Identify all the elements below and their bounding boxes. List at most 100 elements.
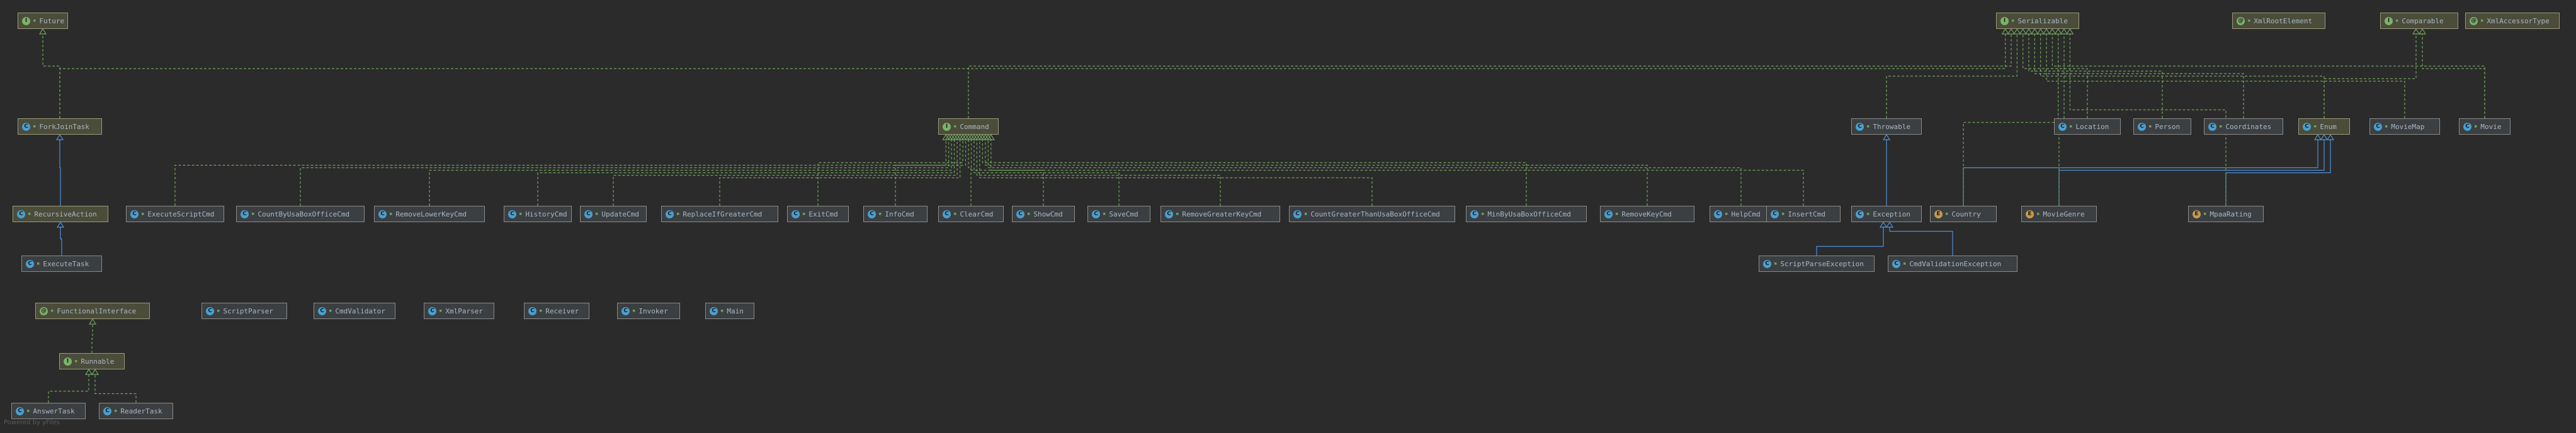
node-label: Comparable	[2402, 16, 2444, 25]
visibility-icon: ▪	[114, 408, 118, 414]
node-label: Future	[39, 16, 65, 25]
node-movie[interactable]: C ▪ Movie	[2459, 118, 2511, 135]
visibility-icon: ▪	[2247, 18, 2251, 24]
interface-icon: I	[64, 357, 72, 366]
edge-enum-to-comparable	[2324, 33, 2417, 118]
node-executetask[interactable]: C ▪ ExecuteTask	[21, 256, 102, 272]
node-countbyusaboxofficecmd[interactable]: C ▪ CountByUsaBoxOfficeCmd	[236, 206, 365, 222]
node-person[interactable]: C ▪ Person	[2133, 118, 2191, 135]
edge-minbyusaboxofficecmd-to-command	[982, 139, 1527, 206]
node-label: InfoCmd	[885, 210, 914, 218]
node-recursiveaction[interactable]: C ▪ RecursiveAction	[13, 206, 108, 222]
visibility-icon: ▪	[1945, 211, 1949, 217]
node-label: HelpCmd	[1731, 210, 1761, 218]
node-moviemap[interactable]: C ▪ MovieMap	[2369, 118, 2440, 135]
arrowhead-icon	[2412, 28, 2420, 35]
edge-forkjointask-to-serializable	[59, 33, 2006, 118]
visibility-icon: ▪	[676, 211, 680, 217]
arrowhead-icon	[1879, 221, 1888, 228]
node-receiver[interactable]: C ▪ Receiver	[524, 303, 589, 319]
class-icon: C	[318, 306, 326, 315]
node-infocmd[interactable]: C ▪ InfoCmd	[863, 206, 928, 222]
node-throwable[interactable]: C ▪ Throwable	[1851, 118, 1922, 135]
node-scriptparser[interactable]: C ▪ ScriptParser	[201, 303, 287, 319]
node-forkjointask[interactable]: C ▪ ForkJoinTask	[18, 118, 102, 135]
node-label: Invoker	[638, 306, 668, 315]
node-label: ClearCmd	[960, 210, 994, 218]
arrowhead-icon	[91, 368, 99, 375]
node-removegreaterkeycmd[interactable]: C ▪ RemoveGreaterKeyCmd	[1160, 206, 1280, 222]
visibility-icon: ▪	[2474, 123, 2478, 130]
node-updatecmd[interactable]: C ▪ UpdateCmd	[580, 206, 647, 222]
node-serializable[interactable]: I ▪ Serializable	[1996, 13, 2079, 29]
node-helpcmd[interactable]: C ▪ HelpCmd	[1710, 206, 1773, 222]
node-functionalinterface[interactable]: @ ▪ FunctionalInterface	[35, 303, 150, 319]
edge-mpaarating-to-enum	[2225, 139, 2331, 206]
node-exitcmd[interactable]: C ▪ ExitCmd	[787, 206, 849, 222]
visibility-icon: ▪	[141, 211, 145, 217]
node-removekeycmd[interactable]: C ▪ RemoveKeyCmd	[1600, 206, 1694, 222]
arrowhead-icon	[2001, 28, 2009, 35]
node-label: CountGreaterThanUsaBoxOfficeCmd	[1310, 210, 1440, 218]
node-label: ReplaceIfGreaterCmd	[683, 210, 763, 218]
node-xmlaccessortype[interactable]: @ ▪ XmlAccessorType	[2465, 13, 2560, 29]
arrowhead-icon	[2313, 133, 2322, 140]
visibility-icon: ▪	[2385, 123, 2388, 130]
edge-country-to-serializable	[1963, 33, 2059, 206]
node-moviegenre[interactable]: E ▪ MovieGenre	[2021, 206, 2097, 222]
node-comparable[interactable]: I ▪ Comparable	[2380, 13, 2458, 29]
node-coordinates[interactable]: C ▪ Coordinates	[2204, 118, 2283, 135]
node-cmdvalidationexception[interactable]: C ▪ CmdValidationException	[1888, 256, 2017, 272]
node-xmlrootelement[interactable]: @ ▪ XmlRootElement	[2232, 13, 2325, 29]
node-enum[interactable]: C ▪ Enum	[2298, 118, 2350, 135]
enum-icon: E	[1934, 210, 1943, 218]
node-savecmd[interactable]: C ▪ SaveCmd	[1087, 206, 1150, 222]
node-historycmd[interactable]: C ▪ HistoryCmd	[504, 206, 572, 222]
node-exception[interactable]: C ▪ Exception	[1851, 206, 1922, 222]
node-insertcmd[interactable]: C ▪ InsertCmd	[1766, 206, 1841, 222]
node-mpaarating[interactable]: E ▪ MpaaRating	[2188, 206, 2264, 222]
arrowhead-icon	[88, 318, 97, 325]
node-countgreaterthanusaboxofficecmd[interactable]: C ▪ CountGreaterThanUsaBoxOfficeCmd	[1289, 206, 1455, 222]
node-future[interactable]: I ▪ Future	[18, 13, 68, 29]
node-readertask[interactable]: C ▪ ReaderTask	[99, 403, 173, 419]
node-replaceifgreatercmd[interactable]: C ▪ ReplaceIfGreaterCmd	[661, 206, 778, 222]
node-main[interactable]: C ▪ Main	[705, 303, 754, 319]
node-label: Receiver	[545, 306, 579, 315]
node-scriptparseexception[interactable]: C ▪ ScriptParseException	[1759, 256, 1875, 272]
class-icon: C	[1092, 210, 1100, 218]
interface-icon: I	[943, 122, 951, 131]
interface-icon: I	[22, 16, 30, 25]
node-xmlparser[interactable]: C ▪ XmlParser	[424, 303, 494, 319]
edge-scriptparseexception-to-exception	[1816, 227, 1884, 256]
node-label: XmlAccessorType	[2487, 16, 2550, 25]
node-command[interactable]: I ▪ Command	[938, 118, 999, 135]
class-icon: C	[130, 210, 139, 218]
node-cmdvalidator[interactable]: C ▪ CmdValidator	[314, 303, 395, 319]
node-showcmd[interactable]: C ▪ ShowCmd	[1012, 206, 1075, 222]
node-invoker[interactable]: C ▪ Invoker	[617, 303, 680, 319]
node-label: MinByUsaBoxOfficeCmd	[1487, 210, 1571, 218]
arrowhead-icon	[84, 368, 93, 375]
edge-insertcmd-to-command	[990, 139, 1804, 206]
visibility-icon: ▪	[2203, 211, 2207, 217]
node-country[interactable]: E ▪ Country	[1930, 206, 1997, 222]
node-clearcmd[interactable]: C ▪ ClearCmd	[938, 206, 1004, 222]
node-runnable[interactable]: I ▪ Runnable	[59, 353, 125, 369]
class-icon: C	[2208, 122, 2216, 131]
edge-executetask-to-recursiveaction	[60, 227, 62, 256]
class-icon: C	[206, 306, 214, 315]
node-location[interactable]: C ▪ Location	[2054, 118, 2121, 135]
node-minbyusaboxofficecmd[interactable]: C ▪ MinByUsaBoxOfficeCmd	[1466, 206, 1587, 222]
node-answertask[interactable]: C ▪ AnswerTask	[11, 403, 86, 419]
arrowhead-icon	[2024, 28, 2033, 35]
class-icon: C	[26, 259, 34, 268]
edge-enum-to-serializable	[2040, 33, 2325, 118]
node-executescriptcmd[interactable]: C ▪ ExecuteScriptCmd	[126, 206, 224, 222]
arrowhead-icon	[2019, 28, 2027, 35]
visibility-icon: ▪	[2069, 123, 2073, 130]
visibility-icon: ▪	[33, 18, 37, 24]
arrowhead-icon	[55, 133, 64, 140]
node-removelowerkeycmd[interactable]: C ▪ RemoveLowerKeyCmd	[374, 206, 485, 222]
class-icon: C	[1856, 210, 1864, 218]
